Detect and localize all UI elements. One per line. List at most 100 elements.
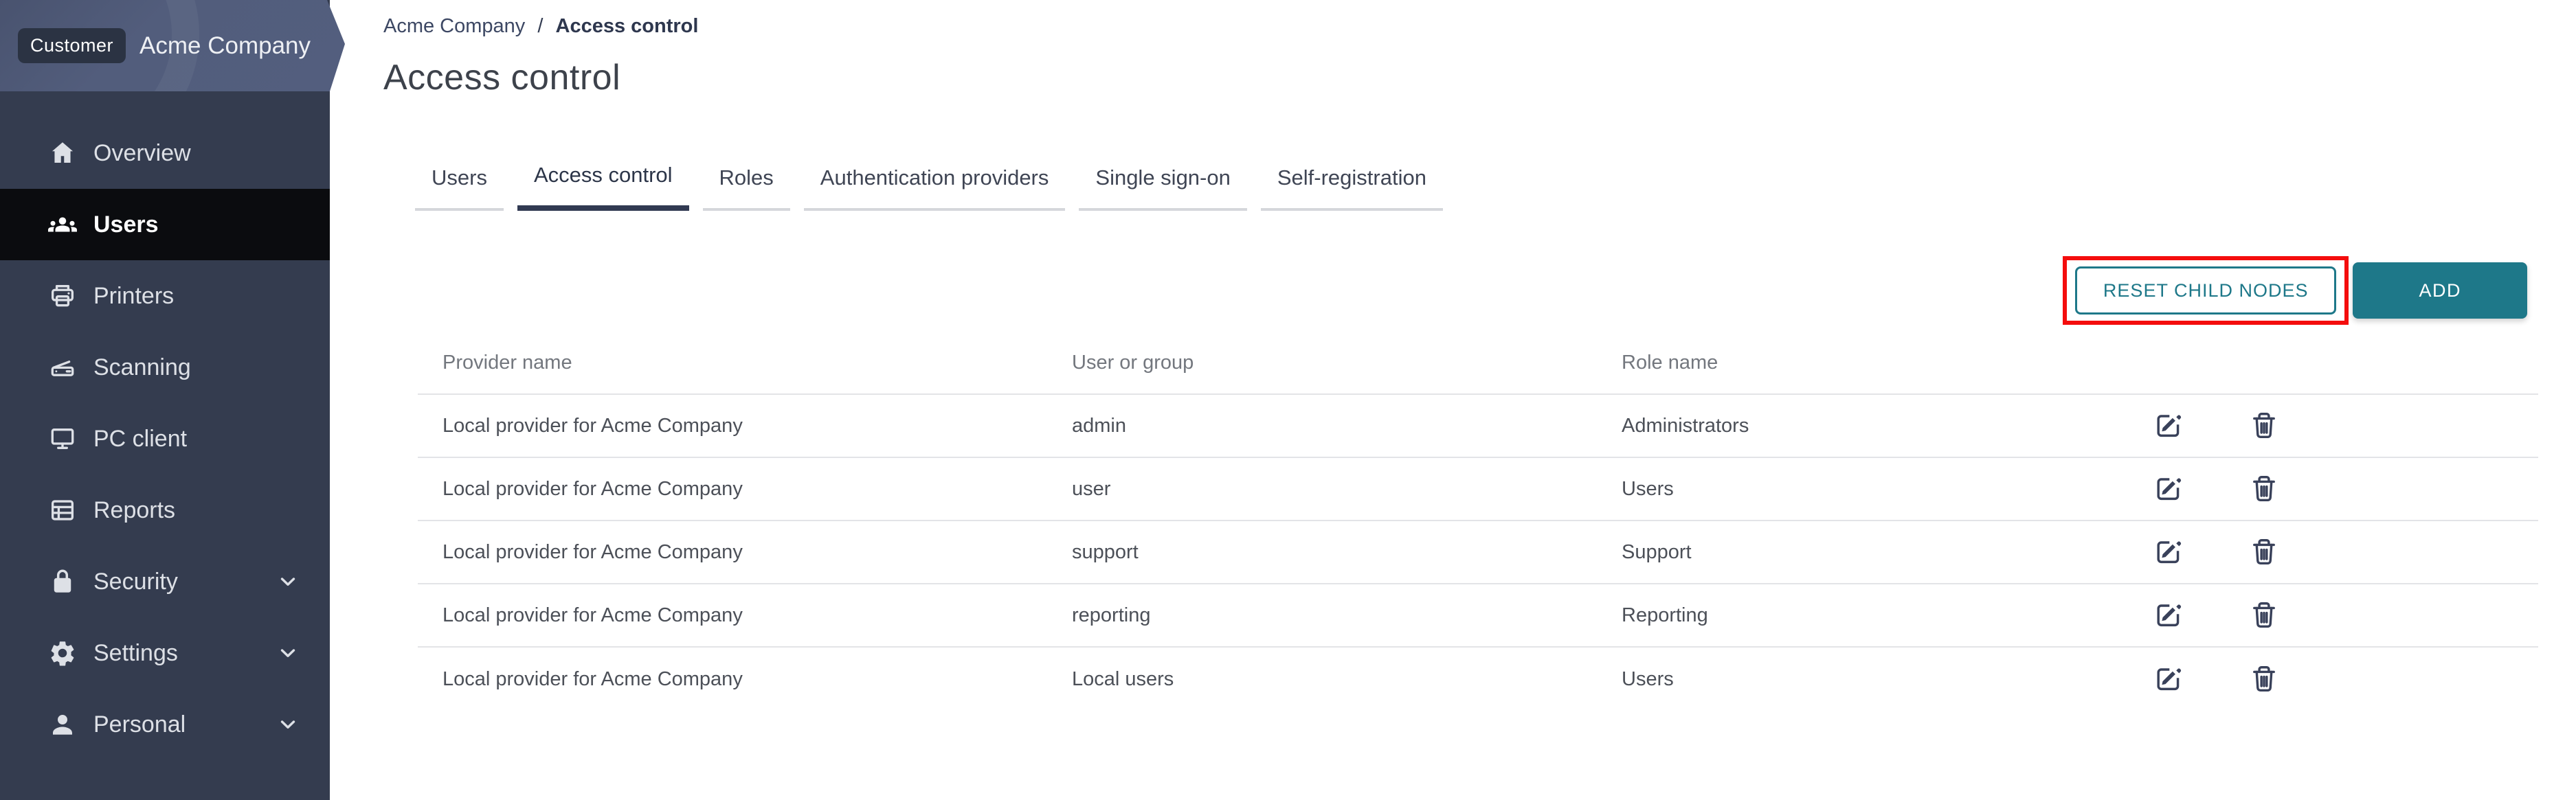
edit-icon xyxy=(2152,663,2184,695)
cell-user-or-group: user xyxy=(1072,478,1597,501)
sidebar-item-scanning[interactable]: Scanning xyxy=(0,332,330,403)
table-row: Local provider for Acme CompanyadminAdmi… xyxy=(418,395,2538,458)
sidebar: Customer Acme Company Overview Users Print… xyxy=(0,0,330,800)
sidebar-item-reports[interactable]: Reports xyxy=(0,475,330,546)
sidebar-item-label: Reports xyxy=(93,497,175,524)
toolbar: RESET CHILD NODES ADD xyxy=(383,256,2538,325)
breadcrumb-current: Access control xyxy=(556,15,699,37)
table-row: Local provider for Acme CompanysupportSu… xyxy=(418,521,2538,584)
sidebar-item-users[interactable]: Users xyxy=(0,189,330,260)
edit-button[interactable] xyxy=(2152,536,2184,568)
delete-button[interactable] xyxy=(2248,663,2280,695)
sidebar-item-security[interactable]: Security xyxy=(0,546,330,617)
row-actions xyxy=(2112,599,2538,631)
chevron-down-icon xyxy=(276,641,300,665)
app-window: Customer Acme Company Overview Users Print… xyxy=(0,0,2576,800)
sidebar-item-label: Settings xyxy=(93,640,178,667)
main-content: Acme Company / Access control Access con… xyxy=(330,0,2576,800)
cell-user-or-group: Local users xyxy=(1072,668,1597,691)
sidebar-item-label: Security xyxy=(93,569,178,595)
table-row: Local provider for Acme CompanyuserUsers xyxy=(418,458,2538,521)
cell-role-name: Administrators xyxy=(1597,415,2112,437)
table-row: Local provider for Acme Companyreporting… xyxy=(418,584,2538,648)
trash-icon xyxy=(2248,536,2280,568)
row-actions xyxy=(2112,473,2538,505)
column-header-provider-name: Provider name xyxy=(418,352,1072,374)
edit-button[interactable] xyxy=(2152,410,2184,442)
cell-provider-name: Local provider for Acme Company xyxy=(418,604,1072,627)
column-header-role-name: Role name xyxy=(1597,352,2112,374)
printer-icon xyxy=(48,282,77,310)
breadcrumb-parent[interactable]: Acme Company xyxy=(383,15,525,37)
tab-roles[interactable]: Roles xyxy=(703,164,790,211)
home-icon xyxy=(48,139,77,168)
access-control-table: Provider nameUser or groupRole nameLocal… xyxy=(418,332,2538,711)
reset-child-nodes-button[interactable]: RESET CHILD NODES xyxy=(2075,266,2337,315)
edit-button[interactable] xyxy=(2152,663,2184,695)
sidebar-item-pc-client[interactable]: PC client xyxy=(0,403,330,475)
cell-user-or-group: reporting xyxy=(1072,604,1597,627)
cell-provider-name: Local provider for Acme Company xyxy=(418,668,1072,691)
users-icon xyxy=(48,210,77,239)
customer-badge: Customer xyxy=(18,28,126,63)
scanner-icon xyxy=(48,353,77,382)
sidebar-item-label: Overview xyxy=(93,140,191,167)
tab-users[interactable]: Users xyxy=(415,164,504,211)
chevron-down-icon xyxy=(276,570,300,593)
cell-user-or-group: admin xyxy=(1072,415,1597,437)
breadcrumb: Acme Company / Access control xyxy=(383,0,2538,38)
tab-bar: Users Access control Roles Authentication p… xyxy=(415,161,2538,211)
customer-name: Acme Company xyxy=(139,32,311,60)
delete-button[interactable] xyxy=(2248,599,2280,631)
trash-icon xyxy=(2248,410,2280,442)
gear-icon xyxy=(48,639,77,667)
edit-icon xyxy=(2152,410,2184,442)
cell-provider-name: Local provider for Acme Company xyxy=(418,541,1072,564)
table-row: Local provider for Acme CompanyLocal use… xyxy=(418,648,2538,711)
customer-header: Customer Acme Company xyxy=(0,0,345,91)
monitor-icon xyxy=(48,424,77,453)
row-actions xyxy=(2112,663,2538,695)
lock-icon xyxy=(48,567,77,596)
edit-icon xyxy=(2152,599,2184,631)
row-actions xyxy=(2112,410,2538,442)
cell-role-name: Users xyxy=(1597,478,2112,501)
chevron-down-icon xyxy=(276,713,300,736)
edit-button[interactable] xyxy=(2152,599,2184,631)
edit-icon xyxy=(2152,473,2184,505)
sidebar-item-overview[interactable]: Overview xyxy=(0,117,330,189)
cell-user-or-group: support xyxy=(1072,541,1597,564)
trash-icon xyxy=(2248,599,2280,631)
page-title: Access control xyxy=(383,57,2538,98)
trash-icon xyxy=(2248,663,2280,695)
sidebar-item-label: Printers xyxy=(93,283,174,310)
breadcrumb-separator: / xyxy=(537,15,543,37)
add-button[interactable]: ADD xyxy=(2353,262,2527,319)
edit-icon xyxy=(2152,536,2184,568)
sidebar-item-personal[interactable]: Personal xyxy=(0,689,330,760)
tab-authentication-providers[interactable]: Authentication providers xyxy=(804,164,1066,211)
tab-access-control[interactable]: Access control xyxy=(517,161,689,211)
tab-single-sign-on[interactable]: Single sign-on xyxy=(1079,164,1246,211)
delete-button[interactable] xyxy=(2248,410,2280,442)
tab-self-registration[interactable]: Self-registration xyxy=(1261,164,1443,211)
cell-role-name: Users xyxy=(1597,668,2112,691)
delete-button[interactable] xyxy=(2248,473,2280,505)
sidebar-item-label: Users xyxy=(93,212,159,238)
sidebar-item-settings[interactable]: Settings xyxy=(0,617,330,689)
cell-provider-name: Local provider for Acme Company xyxy=(418,478,1072,501)
person-icon xyxy=(48,710,77,739)
column-header-user-or-group: User or group xyxy=(1072,352,1597,374)
sidebar-item-printers[interactable]: Printers xyxy=(0,260,330,332)
delete-button[interactable] xyxy=(2248,536,2280,568)
cell-role-name: Support xyxy=(1597,541,2112,564)
edit-button[interactable] xyxy=(2152,473,2184,505)
sidebar-item-label: PC client xyxy=(93,426,187,453)
reports-icon xyxy=(48,496,77,525)
sidebar-item-label: Personal xyxy=(93,711,186,738)
trash-icon xyxy=(2248,473,2280,505)
cell-provider-name: Local provider for Acme Company xyxy=(418,415,1072,437)
table-header-row: Provider nameUser or groupRole name xyxy=(418,332,2538,395)
annotation-highlight-box: RESET CHILD NODES xyxy=(2063,256,2349,325)
row-actions xyxy=(2112,536,2538,568)
